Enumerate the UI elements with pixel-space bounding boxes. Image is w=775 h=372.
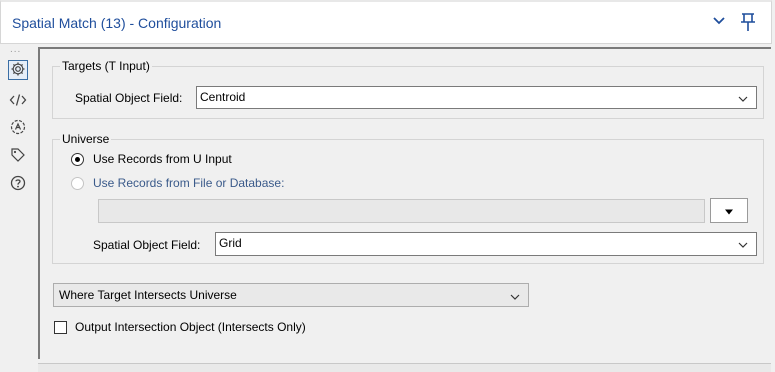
universe-spatial-field-select[interactable]: Grid xyxy=(215,232,757,256)
sidebar-grip[interactable]: ... xyxy=(10,44,21,55)
file-browse-button[interactable] xyxy=(710,198,748,223)
pin-icon[interactable] xyxy=(740,12,756,35)
sidebar-item-annotation[interactable] xyxy=(8,146,28,166)
targets-field-label: Spatial Object Field: xyxy=(75,91,183,105)
targets-spatial-field-select[interactable]: Centroid xyxy=(196,86,757,109)
window-title: Spatial Match (13) - Configuration xyxy=(12,15,222,31)
chevron-down-icon xyxy=(738,92,748,106)
sidebar-item-navigate[interactable] xyxy=(8,118,28,138)
targets-spatial-field-value: Centroid xyxy=(200,90,246,104)
caret-down-icon xyxy=(724,204,734,218)
output-intersection-label[interactable]: Output Intersection Object (Intersects O… xyxy=(75,320,306,334)
targets-legend: Targets (T Input) xyxy=(60,59,152,73)
match-action-select[interactable]: Where Target Intersects Universe xyxy=(53,283,529,307)
sidebar: ... xyxy=(0,44,37,371)
gear-icon xyxy=(10,61,26,80)
universe-field-label: Spatial Object Field: xyxy=(93,238,201,252)
file-path-input[interactable] xyxy=(98,199,705,223)
chevron-down-icon[interactable] xyxy=(712,14,726,31)
help-icon xyxy=(10,175,26,194)
radio-u-input-label[interactable]: Use Records from U Input xyxy=(93,152,232,166)
match-action-value: Where Target Intersects Universe xyxy=(59,288,237,302)
config-title-bar: Spatial Match (13) - Configuration xyxy=(0,0,772,44)
sidebar-item-configuration[interactable] xyxy=(8,60,28,80)
radio-file-database-label[interactable]: Use Records from File or Database: xyxy=(93,176,284,190)
chevron-down-icon xyxy=(738,238,748,252)
compass-icon xyxy=(10,119,26,138)
radio-file-database[interactable] xyxy=(71,177,84,190)
chevron-down-icon xyxy=(510,290,520,304)
code-icon xyxy=(9,93,27,110)
universe-spatial-field-value: Grid xyxy=(219,236,242,250)
sidebar-item-code[interactable] xyxy=(8,91,28,111)
output-intersection-checkbox[interactable] xyxy=(54,321,67,334)
tag-icon xyxy=(10,147,26,166)
universe-legend: Universe xyxy=(60,132,112,146)
radio-u-input[interactable] xyxy=(71,153,84,166)
sidebar-item-help[interactable] xyxy=(8,174,28,194)
